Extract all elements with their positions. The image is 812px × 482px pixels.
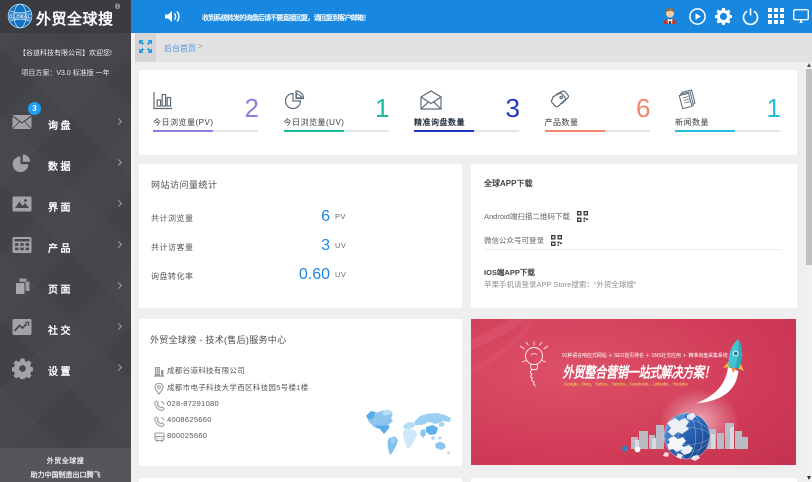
svg-text:外贸整合营销一站式解决方案！: 外贸整合营销一站式解决方案！ bbox=[562, 364, 715, 381]
svg-text:91种语言响应式网站 ＋ SEO首页排名 ＋ SNS社交应用: 91种语言响应式网站 ＋ SEO首页排名 ＋ SNS社交应用 ＋ 精准询盘采集系… bbox=[562, 352, 728, 359]
svg-text:GLOBAL: GLOBAL bbox=[9, 14, 31, 19]
